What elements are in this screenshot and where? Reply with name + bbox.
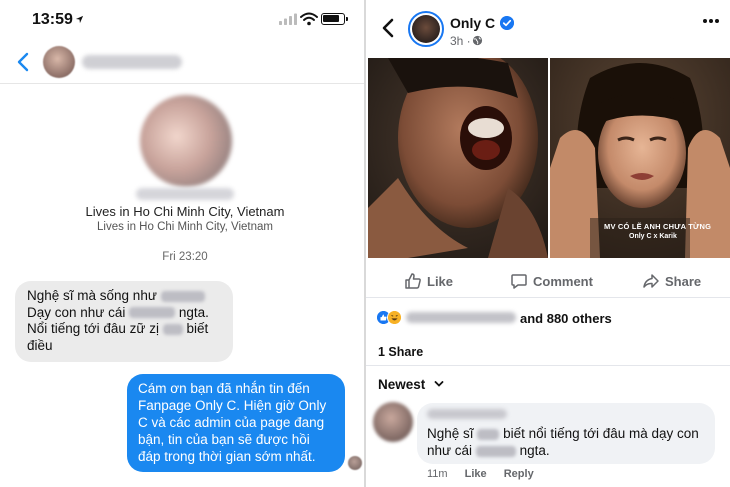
divider-line <box>366 365 730 366</box>
haha-reaction-icon <box>387 310 402 325</box>
chevron-down-icon[interactable] <box>434 380 444 388</box>
message-text: Dạy con như cái <box>27 304 126 320</box>
profile-name-blurred <box>136 188 234 200</box>
page-name[interactable]: Only C <box>450 15 495 31</box>
share-label: Share <box>665 274 702 289</box>
message-text: ngta. <box>178 304 209 320</box>
message-text: Nổi tiếng tới đâu zữ zị <box>27 321 159 336</box>
comment-label: Comment <box>533 274 593 289</box>
commenter-name-blurred[interactable] <box>427 409 507 419</box>
commenter-avatar[interactable] <box>373 402 413 442</box>
message-line: Dạy con như cái ngta. <box>27 305 221 322</box>
comment-bubble[interactable]: Nghệ sĩ biết nổi tiếng tới đâu mà dạy co… <box>417 403 715 464</box>
like-thumb-icon <box>405 273 421 289</box>
message-text: Nghệ sĩ mà sống như <box>27 288 157 303</box>
comment-text-part: Nghệ sĩ <box>427 426 474 441</box>
post-time[interactable]: 3h · <box>450 34 471 48</box>
back-chevron-icon[interactable] <box>16 52 30 72</box>
comment-bubble-icon <box>511 274 527 289</box>
message-line: Nghệ sĩ mà sống như <box>27 288 221 305</box>
comment-text-part: ngta. <box>519 443 550 458</box>
signal-icon <box>279 13 297 25</box>
comment-meta: 11m Like Reply <box>427 468 548 480</box>
contact-avatar[interactable] <box>43 46 75 78</box>
globe-icon <box>472 35 483 46</box>
redacted-text <box>160 290 205 302</box>
back-chevron-icon[interactable] <box>382 18 394 38</box>
comment-text: Nghệ sĩ biết nổi tiếng tới đâu mà dạy co… <box>427 425 705 459</box>
message-timestamp: Fri 23:20 <box>162 251 208 263</box>
verified-badge-icon <box>500 16 514 30</box>
message-text: điều <box>27 337 53 353</box>
video-frame-man-crying <box>368 58 548 258</box>
facebook-screen: Only C 3h · MV CÓ LẼ ANH CHƯA TỪNG Only … <box>366 0 730 487</box>
location-arrow-icon <box>75 15 84 24</box>
shares-count[interactable]: 1 Share <box>378 345 423 359</box>
comment-like-button[interactable]: Like <box>465 468 487 480</box>
profile-location: Lives in Ho Chi Minh City, Vietnam <box>85 204 285 219</box>
message-text: biết <box>186 321 209 336</box>
comment-reply-button[interactable]: Reply <box>504 468 534 480</box>
reactions-count-text: and 880 others <box>520 311 612 326</box>
post-actions-bar: Like Comment Share <box>366 266 730 298</box>
message-line: Nổi tiếng tới đâu zữ zị biết <box>27 321 221 338</box>
seen-avatar <box>348 456 362 470</box>
redacted-text <box>477 428 500 440</box>
more-options-icon[interactable] <box>702 18 720 24</box>
video-caption-title: MV CÓ LẼ ANH CHƯA TỪNG <box>604 222 712 231</box>
profile-avatar[interactable] <box>140 95 232 187</box>
redacted-text <box>129 307 176 319</box>
page-avatar[interactable] <box>408 11 444 47</box>
status-bar: 13:59 <box>0 0 364 40</box>
reactions-summary[interactable]: and 880 others <box>376 309 720 327</box>
battery-icon <box>321 13 348 25</box>
contact-name-blurred[interactable] <box>82 55 182 69</box>
share-arrow-icon <box>643 274 659 288</box>
incoming-message-bubble[interactable]: Nghệ sĩ mà sống như Dạy con như cái ngta… <box>15 281 233 362</box>
profile-location-secondary: Lives in Ho Chi Minh City, Vietnam <box>97 221 273 233</box>
message-text: Cám ơn bạn đã nhắn tin đến Fanpage Only … <box>138 381 327 464</box>
like-label: Like <box>427 274 454 289</box>
video-caption-artists: Only C x Karik <box>629 233 677 240</box>
messenger-screen: 13:59 Lives in Ho Chi Minh City, Vietnam… <box>0 0 364 487</box>
comment-sort-label[interactable]: Newest <box>378 377 425 392</box>
comment-time: 11m <box>427 468 448 480</box>
redacted-text <box>162 323 183 335</box>
outgoing-message-bubble[interactable]: Cám ơn bạn đã nhắn tin đến Fanpage Only … <box>127 374 345 472</box>
wifi-icon <box>300 12 318 26</box>
status-time: 13:59 <box>32 11 73 28</box>
chat-header <box>0 40 364 84</box>
redacted-text <box>475 445 516 457</box>
reactor-names-blurred <box>406 312 516 323</box>
